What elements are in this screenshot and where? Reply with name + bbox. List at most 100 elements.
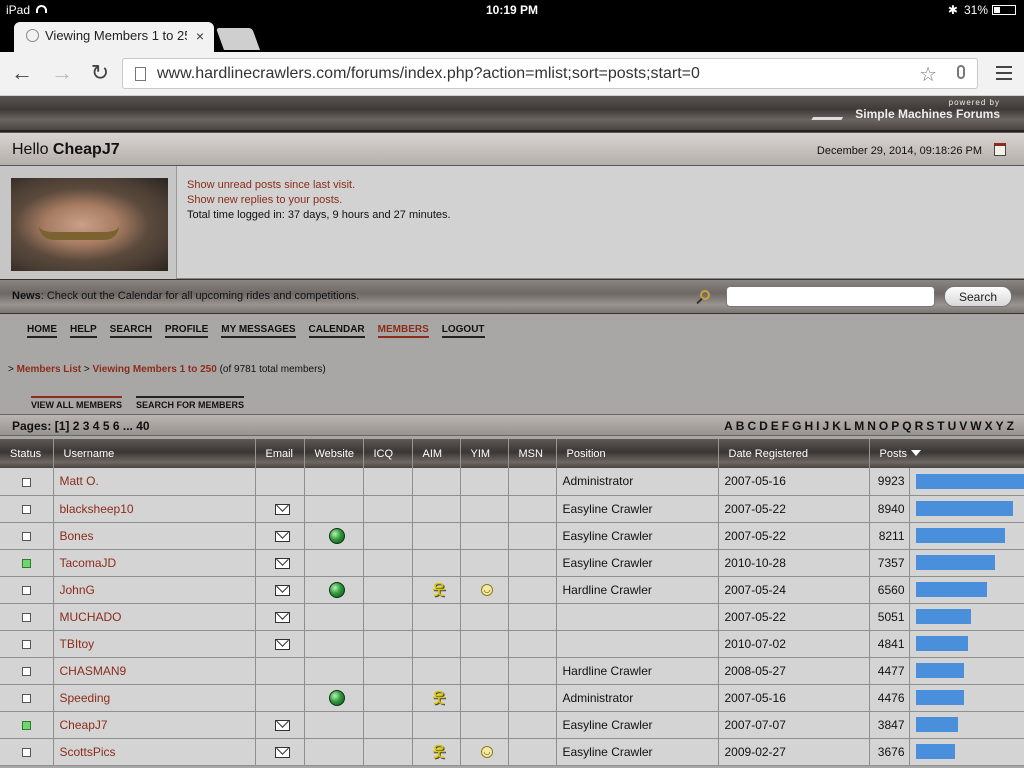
letter-link[interactable]: U [948,419,957,433]
submenu-search-for-members[interactable]: SEARCH FOR MEMBERS [136,396,245,410]
website-globe-icon[interactable] [328,527,345,544]
username-link[interactable]: JohnG [60,583,95,597]
reload-button[interactable]: ↻ [86,60,114,86]
search-input[interactable] [726,286,935,307]
menu-members[interactable]: MEMBERS [377,324,429,338]
letter-link[interactable]: V [959,419,967,433]
letter-link[interactable]: X [985,419,993,433]
letter-link[interactable]: H [804,419,813,433]
letter-link[interactable]: C [747,419,756,433]
submenu-view-all-members[interactable]: VIEW ALL MEMBERS [31,396,123,410]
yim-smiley-icon[interactable]: ◡ [481,746,493,759]
letter-link[interactable]: R [915,419,924,433]
header-posts[interactable]: Posts [869,439,1024,468]
username-link[interactable]: TBItoy [60,637,95,651]
url-input[interactable] [157,64,897,84]
username-link[interactable]: CHASMAN9 [60,664,127,678]
letter-link[interactable]: D [759,419,768,433]
breadcrumb-current[interactable]: Viewing Members 1 to 250 [93,364,217,375]
letter-link[interactable]: J [823,419,830,433]
header-username[interactable]: Username [53,439,256,468]
header-yim[interactable]: YIM [460,439,509,468]
website-globe-icon[interactable] [328,581,345,598]
search-button[interactable]: Search [944,286,1012,307]
header-msn[interactable]: MSN [508,439,557,468]
letter-link[interactable]: A [724,419,733,433]
username-link[interactable]: Bones [60,529,94,543]
page-last[interactable]: 40 [136,419,149,433]
letter-link[interactable]: L [844,419,851,433]
email-icon[interactable] [275,530,290,542]
username-link[interactable]: Speeding [60,691,111,705]
header-aim[interactable]: AIM [412,439,461,468]
header-status[interactable]: Status [0,439,54,468]
new-tab-button[interactable] [215,28,261,50]
aim-running-man-icon[interactable]: 웃 [433,688,446,708]
website-globe-icon[interactable] [328,689,345,706]
username-link[interactable]: Matt O. [60,474,99,488]
new-replies-link[interactable]: Show new replies to your posts. [187,193,451,208]
email-icon[interactable] [275,746,290,758]
letter-link[interactable]: N [867,419,876,433]
email-icon[interactable] [275,584,290,596]
letter-link[interactable]: S [926,419,934,433]
breadcrumb-members-list[interactable]: Members List [17,364,81,375]
letter-link[interactable]: Y [996,419,1004,433]
username-link[interactable]: CheapJ7 [60,718,108,732]
letter-link[interactable]: F [782,419,789,433]
header-icq[interactable]: ICQ [363,439,413,468]
header-position[interactable]: Position [556,439,719,468]
email-icon[interactable] [275,503,290,515]
letter-link[interactable]: O [879,419,888,433]
yim-cell [460,630,509,658]
email-icon[interactable] [275,719,290,731]
letter-link[interactable]: P [891,419,899,433]
letter-link[interactable]: Z [1007,419,1014,433]
email-icon[interactable] [275,638,290,650]
back-button[interactable]: ← [8,60,36,86]
letter-link[interactable]: E [771,419,779,433]
letter-link[interactable]: M [854,419,864,433]
letter-link[interactable]: I [816,419,819,433]
username-link[interactable]: TacomaJD [60,556,117,570]
header-website[interactable]: Website [304,439,364,468]
forward-button[interactable]: → [48,60,76,86]
page-link[interactable]: 4 [93,419,100,433]
page-link[interactable]: 3 [83,419,90,433]
menu-search[interactable]: SEARCH [109,324,152,338]
username-link[interactable]: blacksheep10 [60,502,134,516]
menu-logout[interactable]: LOGOUT [441,324,485,338]
bookmark-star-icon[interactable]: ☆ [919,62,937,87]
calendar-icon[interactable] [994,143,1006,156]
page-link[interactable]: 6 [113,419,120,433]
menu-help[interactable]: HELP [70,324,97,338]
page-link[interactable]: 2 [73,419,80,433]
msn-cell [508,468,557,496]
email-icon[interactable] [275,557,290,569]
tab-close-icon[interactable]: × [196,28,204,44]
letter-link[interactable]: Q [902,419,911,433]
letter-link[interactable]: G [792,419,801,433]
omnibox[interactable]: ☆ [122,58,978,89]
unread-posts-link[interactable]: Show unread posts since last visit. [187,178,451,193]
letter-link[interactable]: T [937,419,944,433]
letter-link[interactable]: K [832,419,841,433]
email-icon[interactable] [275,611,290,623]
page-link[interactable]: 5 [103,419,110,433]
tab-active[interactable]: Viewing Members 1 to 250 × [14,22,214,52]
aim-running-man-icon[interactable]: 웃 [433,580,446,600]
menu-icon[interactable] [996,66,1012,84]
username-link[interactable]: MUCHADO [60,610,122,624]
header-email[interactable]: Email [255,439,305,468]
microphone-icon[interactable] [957,65,965,79]
letter-link[interactable]: W [970,419,981,433]
menu-my-messages[interactable]: MY MESSAGES [221,324,296,338]
aim-running-man-icon[interactable]: 웃 [433,742,446,762]
username-link[interactable]: ScottsPics [60,745,116,759]
menu-home[interactable]: HOME [27,324,57,338]
header-date-registered[interactable]: Date Registered [718,439,870,468]
menu-profile[interactable]: PROFILE [164,324,209,338]
yim-smiley-icon[interactable]: ◡ [481,584,493,597]
menu-calendar[interactable]: CALENDAR [308,324,365,338]
letter-link[interactable]: B [736,419,745,433]
